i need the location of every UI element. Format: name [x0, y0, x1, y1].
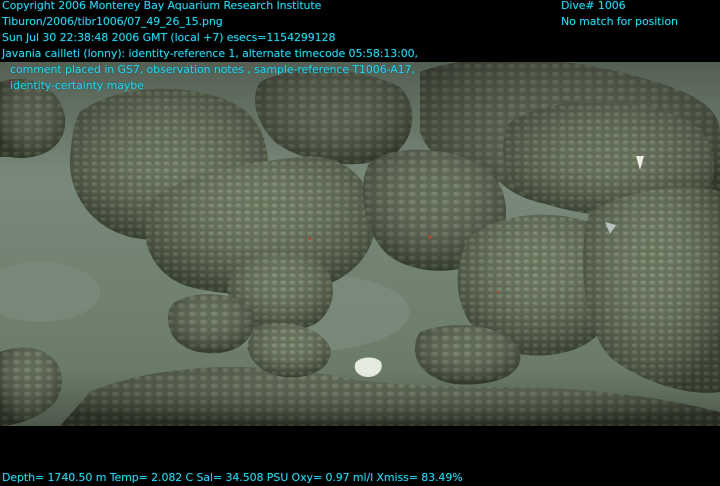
seafloor-illustration [0, 62, 720, 426]
copyright-text: Copyright 2006 Monterey Bay Aquarium Res… [2, 0, 322, 12]
annotation-line-3: identity-certainty maybe [10, 79, 144, 92]
video-frame: Copyright 2006 Monterey Bay Aquarium Res… [0, 0, 720, 486]
annotation-line-2: comment placed in GS7, observation notes… [10, 63, 415, 76]
annotation-line-1: Javania cailleti (lonny): identity-refer… [2, 47, 418, 60]
seafloor-image [0, 62, 720, 426]
dive-number: Dive# 1006 [561, 0, 626, 12]
filename-text: Tiburon/2006/tibr1006/07_49_26_15.png [2, 15, 223, 28]
position-status: No match for position [561, 15, 678, 28]
timestamp-text: Sun Jul 30 22:38:48 2006 GMT (local +7) … [2, 31, 336, 44]
sensor-readout: Depth= 1740.50 m Temp= 2.082 C Sal= 34.5… [2, 471, 463, 484]
